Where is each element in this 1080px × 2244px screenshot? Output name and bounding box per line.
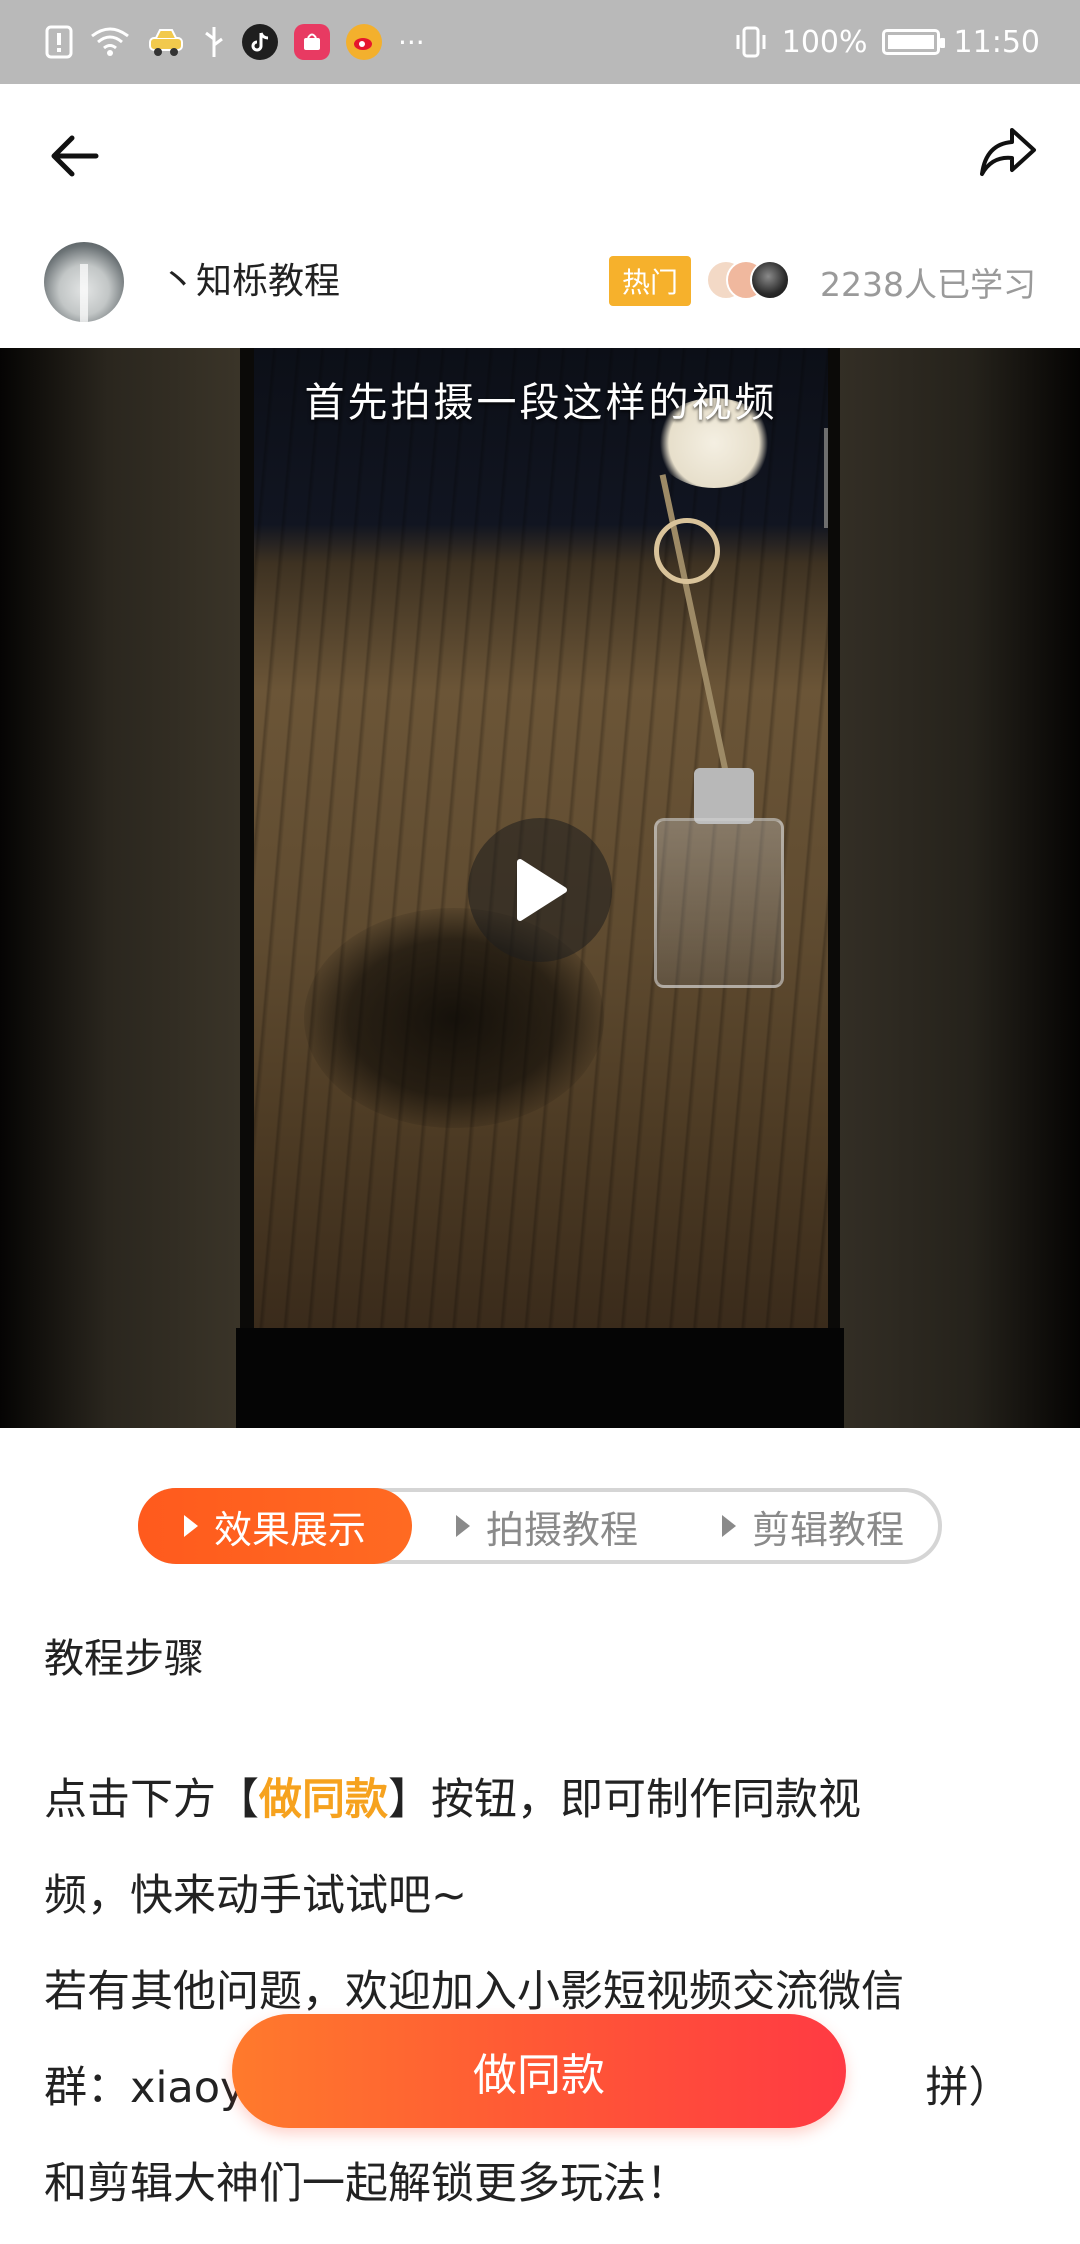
highlight-make-same: 做同款 [259,1775,388,1825]
vibrate-icon [736,26,766,58]
video-letterbox [236,1328,844,1428]
rattan-ball [654,518,720,584]
author-row: 丶知栎教程 热门 2238人已学习 [0,214,1080,348]
shopping-app-icon [294,24,330,60]
weibo-app-icon [346,24,382,60]
video-edge [824,428,828,528]
make-same-button[interactable]: 做同款 [232,2014,846,2128]
tutorial-description: 点击下方【做同款】按钮，即可制作同款视 频，快来动手试试吧~ 若有其他问题，欢迎… [44,1752,1034,2232]
tab-play-icon [721,1515,736,1537]
tab-play-icon [183,1515,198,1537]
tutorial-tabs: 效果展示 拍摄教程 剪辑教程 [138,1488,942,1564]
tiktok-app-icon [242,24,278,60]
text-segment: 拼） [925,2063,1012,2113]
status-bar: ··· 100% 11:50 [0,0,1080,84]
status-left: ··· [44,24,425,60]
text-segment: 群：xiaoy [44,2063,246,2113]
author-name[interactable]: 丶知栎教程 [160,252,340,304]
battery-percent: 100% [781,24,868,60]
video-caption: 首先拍摄一段这样的视频 [304,380,778,426]
wifi-icon [91,27,129,56]
battery-icon [881,29,945,55]
share-icon[interactable] [976,120,1040,184]
video-blur-right [840,348,1080,1428]
more-notifications-icon: ··· [398,25,425,59]
description-line: 和剪辑大神们一起解锁更多玩法！ [44,2159,689,2209]
glass-bottle [654,818,784,988]
text-segment: 点击下方【 [44,1775,259,1825]
tab-editing-tutorial[interactable]: 剪辑教程 [698,1488,928,1564]
tab-play-icon [455,1515,470,1537]
top-bar [0,84,1080,214]
tab-shooting-tutorial[interactable]: 拍摄教程 [432,1488,662,1564]
back-arrow-icon[interactable] [44,124,108,188]
description-line: 频，快来动手试试吧~ [44,1871,468,1921]
tab-effect-demo[interactable]: 效果展示 [138,1488,412,1564]
bottle-cap [694,768,754,824]
play-icon [517,859,567,921]
tab-label: 拍摄教程 [485,1507,638,1552]
video-player[interactable]: 首先拍摄一段这样的视频 [0,348,1080,1428]
author-avatar[interactable] [44,242,124,322]
usb-icon [205,27,223,57]
learned-count: 2238人已学习 [820,265,1036,304]
car-icon [149,29,183,56]
notification-icon [45,25,73,59]
learner-avatar [750,260,790,300]
learner-avatars [706,260,796,302]
status-right: 100% 11:50 [734,25,1040,60]
tab-label: 效果展示 [213,1507,366,1552]
tab-label: 剪辑教程 [751,1507,904,1552]
clock: 11:50 [953,24,1040,60]
hot-badge: 热门 [609,256,691,306]
video-blur-left [0,348,240,1428]
play-button[interactable] [468,818,612,962]
section-title: 教程步骤 [44,1636,204,1682]
text-segment: 】按钮，即可制作同款视 [388,1775,861,1825]
description-line: 点击下方【做同款】按钮，即可制作同款视 [44,1752,1034,1848]
